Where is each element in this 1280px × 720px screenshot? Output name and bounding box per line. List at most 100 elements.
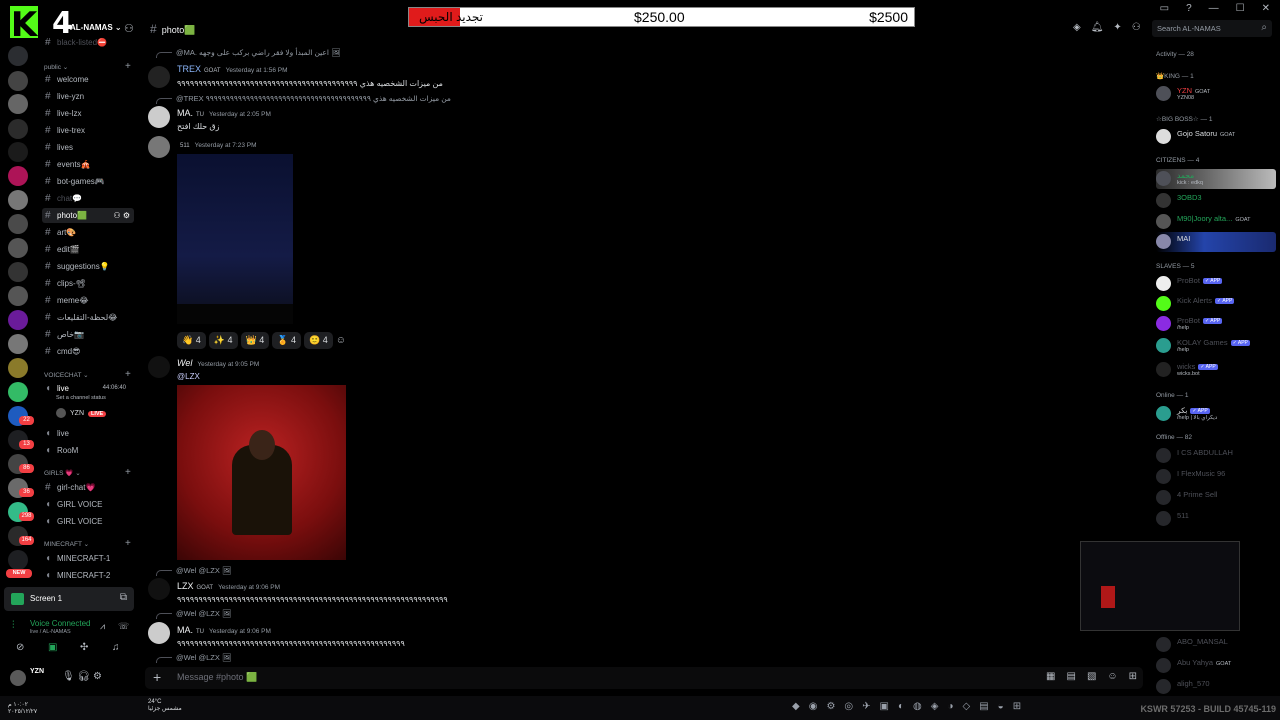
- app-icon[interactable]: ▣: [880, 701, 889, 712]
- activity-icon[interactable]: ✣: [80, 642, 88, 653]
- server-icon[interactable]: [8, 190, 28, 210]
- avatar[interactable]: [10, 670, 26, 686]
- attachment-image-night-sky[interactable]: [177, 154, 293, 324]
- reaction[interactable]: 👋 4: [177, 332, 206, 349]
- settings-icon[interactable]: ⚇ ⚙: [113, 208, 130, 223]
- attachment-image-portrait[interactable]: [177, 385, 346, 560]
- channel-item[interactable]: # لحظة-التقليعات😂: [42, 310, 134, 325]
- channel-item[interactable]: # suggestions💡: [42, 259, 134, 274]
- server-icon[interactable]: [8, 214, 28, 234]
- popout-icon[interactable]: ⧉: [120, 592, 127, 603]
- channel-item[interactable]: # bot-games🎮: [42, 174, 134, 189]
- voice-user[interactable]: YZN LIVE: [56, 408, 107, 418]
- member-item[interactable]: Abu Yahya GOAT: [1156, 656, 1276, 676]
- reply-preview[interactable]: @Wel @LZX 🖼: [156, 609, 231, 619]
- reaction[interactable]: 🏅 4: [272, 332, 301, 349]
- channel-item[interactable]: # clips-📽: [42, 276, 134, 291]
- app-icon[interactable]: ◉: [809, 701, 818, 712]
- mention[interactable]: @LZX: [177, 372, 200, 381]
- app-icon[interactable]: ◍: [913, 701, 922, 712]
- reply-preview[interactable]: @TREX من ميزات الشخصيه هذي ٩٩٩٩٩٩٩٩٩٩٩٩٩…: [156, 94, 451, 104]
- reply-preview[interactable]: @Wel @LZX 🖼: [156, 653, 231, 663]
- clock[interactable]: ١٠:٠٢ م ٢٠٢٥/١٢/٢٧: [8, 701, 37, 715]
- inbox-icon[interactable]: ▭: [1160, 3, 1169, 14]
- channel-item[interactable]: # black-listed⛔: [42, 35, 134, 50]
- maximize-button[interactable]: ☐: [1236, 3, 1245, 14]
- channel-item[interactable]: # خاص📷: [42, 327, 134, 342]
- members-icon[interactable]: ⚇: [1132, 22, 1141, 33]
- app-icon[interactable]: ◈: [931, 701, 939, 712]
- message-composer[interactable]: + Message #photo 🟩 ▦ ▤ ▧ ☺ ⊞: [145, 667, 1143, 689]
- member-item[interactable]: محمد kick : edkq: [1156, 169, 1276, 189]
- member-item[interactable]: بكر ✓ APP/help | ديكراي بالا: [1156, 404, 1276, 424]
- message-input[interactable]: Message #photo 🟩: [177, 672, 257, 683]
- stream-preview-thumbnail[interactable]: [1080, 541, 1240, 631]
- member-item[interactable]: I CS ABDULLAH: [1156, 446, 1276, 466]
- server-icon[interactable]: [8, 334, 28, 354]
- channel-item[interactable]: # meme😂: [42, 293, 134, 308]
- threads-icon[interactable]: ◈: [1073, 22, 1081, 33]
- member-item[interactable]: ABO_MANSAL: [1156, 635, 1276, 655]
- server-icon[interactable]: [8, 550, 28, 570]
- voice-channel-live[interactable]: ◖ live 44:06:40: [42, 381, 134, 396]
- channel-item[interactable]: # edit🎬: [42, 242, 134, 257]
- channel-item[interactable]: # lives: [42, 140, 134, 155]
- app-icon[interactable]: ▤: [979, 701, 988, 712]
- avatar[interactable]: [148, 66, 170, 88]
- reaction[interactable]: ✨ 4: [208, 332, 238, 349]
- disconnect-icon[interactable]: ☏: [118, 621, 129, 632]
- sticker-icon[interactable]: ▧: [1087, 671, 1096, 682]
- reply-preview[interactable]: @MA. اعين المبدأ ولا فقر راضي بركب على و…: [156, 48, 341, 58]
- screen-share-icon[interactable]: ▣: [48, 642, 57, 653]
- emoji-icon[interactable]: ☺: [1107, 671, 1117, 682]
- noise-suppression-icon[interactable]: ⩘: [100, 621, 105, 632]
- voice-channel[interactable]: ◖ GIRL VOICE: [42, 514, 134, 529]
- member-item[interactable]: aligh_570: [1156, 677, 1276, 697]
- member-item[interactable]: 511: [1156, 509, 1276, 529]
- voice-channel[interactable]: ◖ RooM: [42, 443, 134, 458]
- minimize-button[interactable]: —: [1209, 3, 1219, 14]
- channel-item[interactable]: # welcome: [42, 72, 134, 87]
- member-item[interactable]: 3OBD3: [1156, 191, 1276, 211]
- voice-channel[interactable]: ◖ MINECRAFT-1: [42, 551, 134, 566]
- server-icon[interactable]: [8, 310, 28, 330]
- reaction[interactable]: 👑 4: [240, 332, 270, 349]
- category-public[interactable]: public ⌄ +: [44, 61, 131, 72]
- app-icon[interactable]: ⊞: [1013, 701, 1021, 712]
- member-item[interactable]: ProBot ✓ APP: [1156, 274, 1276, 294]
- server-icon[interactable]: [8, 382, 28, 402]
- server-icon[interactable]: [8, 358, 28, 378]
- app-icon[interactable]: ◐: [898, 701, 904, 712]
- channel-item[interactable]: # art🎨: [42, 225, 134, 240]
- member-item[interactable]: M90|Joory alta... GOAT: [1156, 212, 1276, 232]
- bell-icon[interactable]: 🔔︎: [1091, 22, 1104, 33]
- member-item[interactable]: I FlexMusic 96: [1156, 467, 1276, 487]
- voice-channel[interactable]: ◖ GIRL VOICE: [42, 497, 134, 512]
- app-icon[interactable]: ⚙: [826, 701, 835, 712]
- channel-item[interactable]: # live-yzn: [42, 89, 134, 104]
- search-input[interactable]: Search AL-NAMAS ⌕: [1152, 20, 1272, 37]
- member-item[interactable]: YZN GOAT YZN08: [1156, 84, 1276, 104]
- category-girls[interactable]: GIRLS 💗 ⌄ +: [44, 467, 131, 478]
- server-name[interactable]: AL-NAMAS ⌄: [70, 23, 122, 32]
- server-icon[interactable]: [8, 166, 28, 186]
- avatar[interactable]: [148, 578, 170, 600]
- gift-icon[interactable]: ▦: [1046, 671, 1055, 682]
- channel-item[interactable]: # chat💬: [42, 191, 134, 206]
- help-icon[interactable]: ?: [1186, 3, 1192, 14]
- upload-icon[interactable]: +: [153, 669, 161, 685]
- channel-status[interactable]: Set a channel status: [56, 395, 106, 401]
- server-icon[interactable]: [8, 71, 28, 91]
- channel-item[interactable]: # cmd😎: [42, 344, 134, 359]
- reaction[interactable]: 🙂 4: [304, 332, 333, 349]
- channel-item[interactable]: # events🎪: [42, 157, 134, 172]
- member-item[interactable]: KOLAY Games ✓ APP/help: [1156, 336, 1276, 356]
- channel-item[interactable]: # live-lzx: [42, 106, 134, 121]
- signal-icon[interactable]: ⫶: [12, 620, 15, 631]
- soundboard-icon[interactable]: ♫: [112, 642, 120, 653]
- mic-icon[interactable]: 🎙︎: [62, 671, 75, 682]
- member-item[interactable]: MAI: [1156, 232, 1276, 252]
- voice-channel[interactable]: ◖ live: [42, 426, 134, 441]
- app-icon[interactable]: ◎: [844, 701, 853, 712]
- category-voicechat[interactable]: VOICECHAT ⌄ +: [44, 369, 131, 380]
